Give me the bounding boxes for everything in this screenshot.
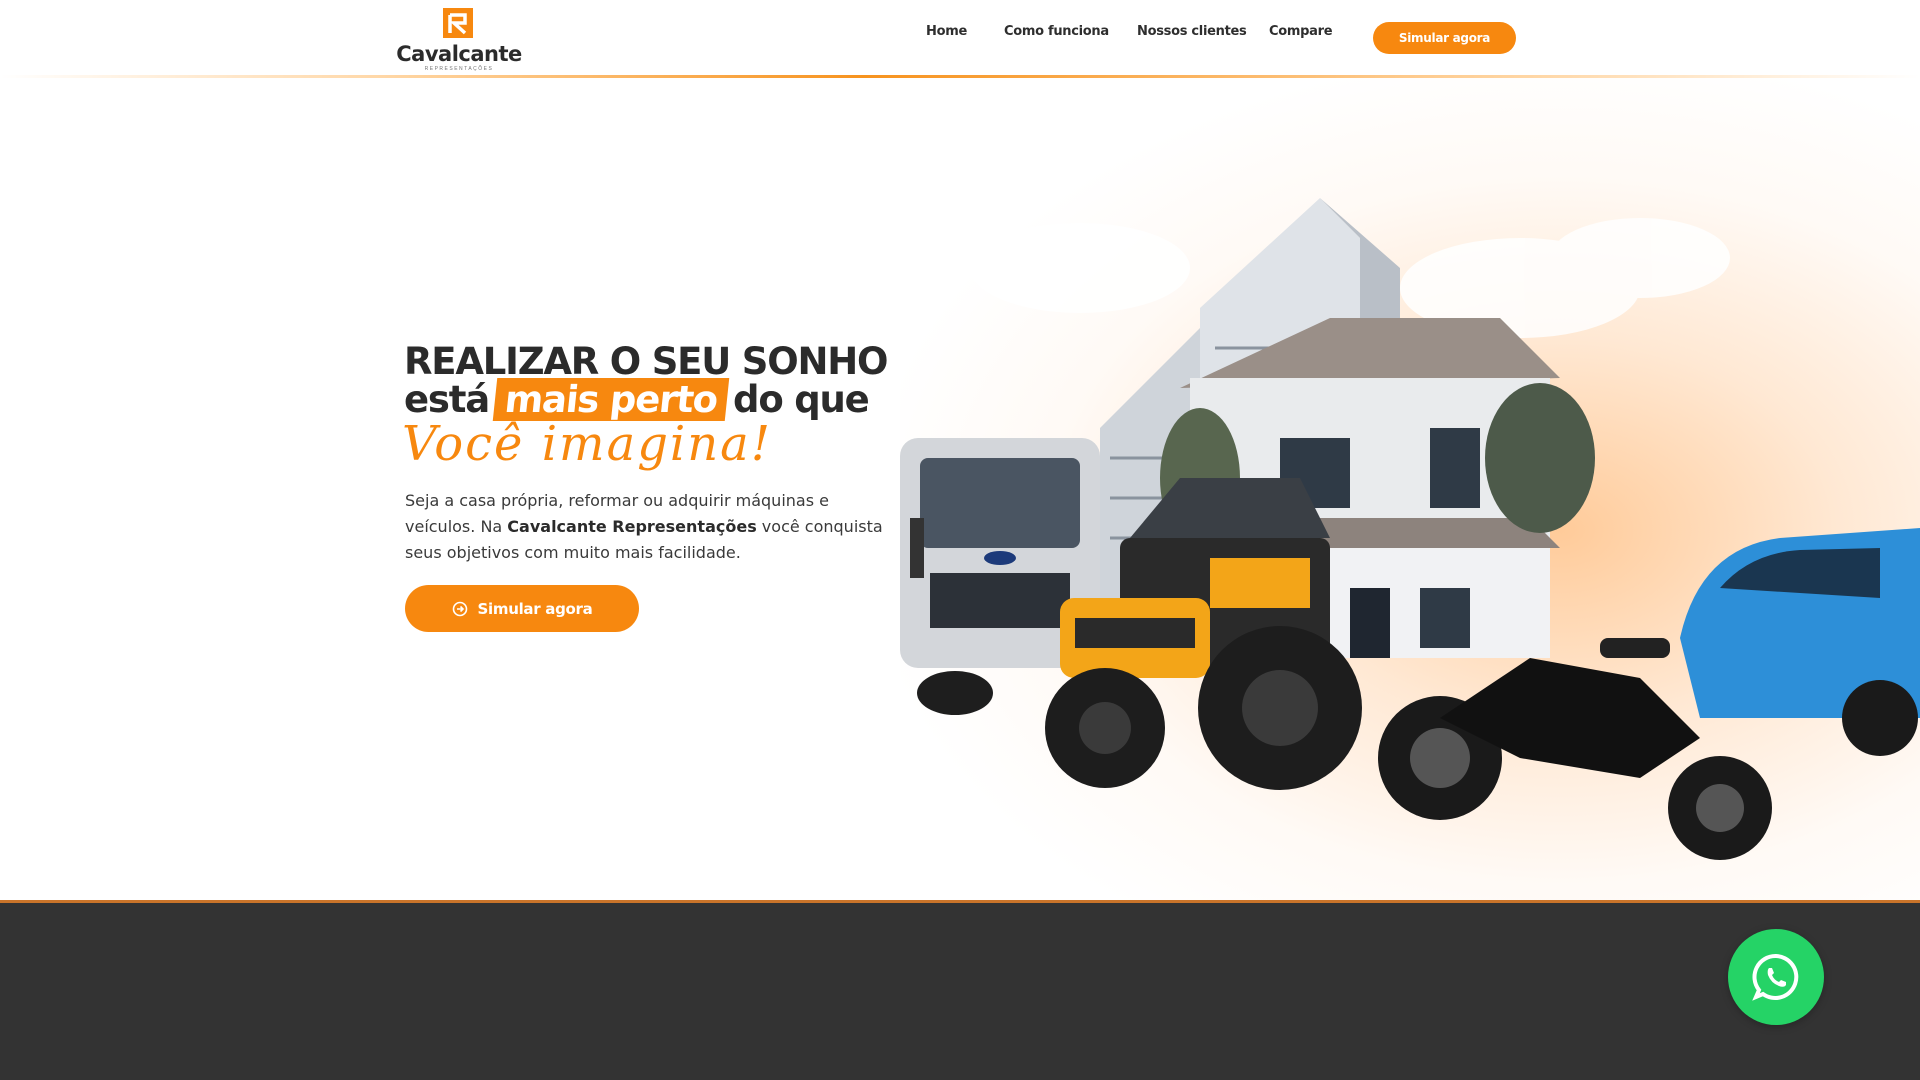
hero-headline-post: do que (733, 378, 870, 421)
hero-illustration (900, 198, 1920, 860)
arrow-circle-right-icon (452, 601, 467, 616)
logo-text: Cavalcante (396, 42, 522, 66)
hero-simular-button[interactable]: Simular agora (405, 585, 639, 632)
lead-text-bold: Cavalcante Representações (507, 517, 757, 536)
logo[interactable]: Cavalcante REPRESENTAÇÕES (396, 6, 522, 72)
hero-lead-text: Seja a casa própria, reformar ou adquiri… (405, 488, 895, 566)
whatsapp-icon (1752, 953, 1799, 1001)
nav-item-nossos-clientes[interactable]: Nossos clientes (1137, 24, 1247, 44)
dark-section (0, 900, 1920, 1080)
hero-headline-script: Você imagina! (402, 416, 773, 472)
nav-item-home[interactable]: Home (926, 24, 967, 44)
hero-headline-highlight: mais perto (492, 378, 730, 421)
hero-headline-line1: REALIZAR O SEU SONHO (404, 340, 888, 383)
hero-headline-line2: está mais perto do que (404, 378, 870, 421)
hero-headline-pre: está (404, 378, 490, 421)
site-header: Cavalcante REPRESENTAÇÕES Home Como func… (0, 0, 1920, 76)
hero-section: REALIZAR O SEU SONHO está mais perto do qu… (0, 78, 1920, 900)
nav-item-como-funciona[interactable]: Como funciona (1004, 24, 1109, 44)
logo-tagline: REPRESENTAÇÕES (424, 66, 494, 72)
hero-simular-label: Simular agora (477, 599, 593, 618)
nav-item-compare[interactable]: Compare (1269, 24, 1333, 44)
car-illustration (1680, 528, 1920, 756)
header-simular-button[interactable]: Simular agora (1373, 22, 1516, 54)
logo-mark-icon (443, 8, 473, 38)
whatsapp-button[interactable] (1728, 929, 1824, 1025)
